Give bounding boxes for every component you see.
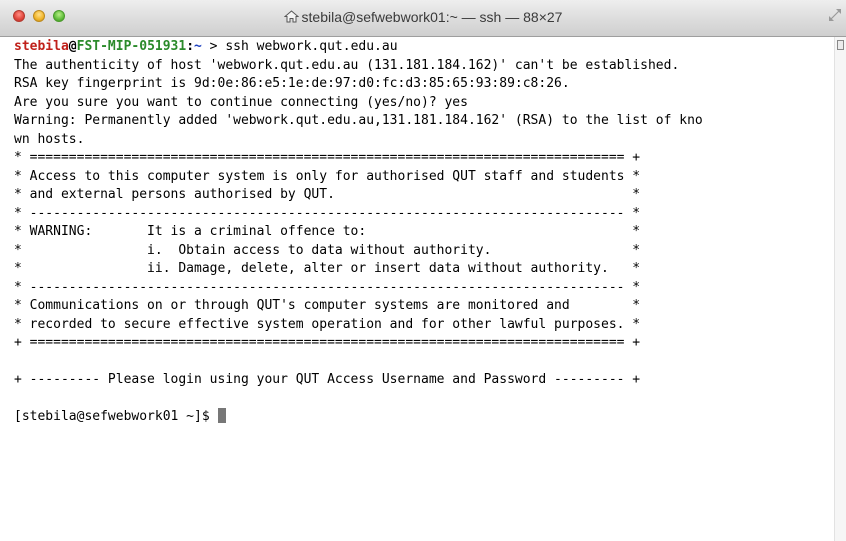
- terminal-line: + --------- Please login using your QUT …: [14, 372, 641, 387]
- prompt-path: ~: [194, 39, 202, 54]
- fullscreen-icon[interactable]: [828, 8, 842, 22]
- terminal-line: * Communications on or through QUT's com…: [14, 298, 641, 313]
- scrollbar-handle[interactable]: [837, 40, 844, 50]
- prompt-host: FST-MIP-051931: [76, 39, 187, 54]
- terminal-line: * i. Obtain access to data without autho…: [14, 242, 641, 258]
- terminal-line: * recorded to secure effective system op…: [14, 316, 641, 332]
- terminal-line: * Access to this computer system is only…: [14, 168, 641, 184]
- terminal-lines: The authenticity of host 'webwork.qut.ed…: [14, 57, 834, 409]
- terminal-line: Warning: Permanently added 'webwork.qut.…: [14, 113, 703, 128]
- shell-prompt: [stebila@sefwebwork01 ~]$: [14, 409, 218, 424]
- prompt-at: @: [68, 39, 77, 54]
- terminal-line: wn hosts.: [14, 131, 85, 147]
- window-title-text: stebila@sefwebwork01:~ — ssh — 88×27: [301, 9, 563, 25]
- terminal-output[interactable]: stebila@FST-MIP-051931:~ > ssh webwork.q…: [14, 38, 834, 538]
- prompt-colon: :: [186, 39, 195, 54]
- terminal-line: * ======================================…: [14, 150, 641, 165]
- terminal-line: + ======================================…: [14, 335, 641, 350]
- terminal-final-prompt: [stebila@sefwebwork01 ~]$: [14, 408, 834, 427]
- terminal-line: The authenticity of host 'webwork.qut.ed…: [14, 57, 680, 73]
- terminal-line: Are you sure you want to continue connec…: [14, 94, 468, 110]
- home-icon: [283, 10, 299, 23]
- terminal-line: * ii. Damage, delete, alter or insert da…: [14, 261, 641, 276]
- window-title: stebila@sefwebwork01:~ — ssh — 88×27: [0, 9, 846, 25]
- terminal-line: * WARNING: It is a criminal offence to: …: [14, 224, 641, 239]
- terminal-line: * and external persons authorised by QUT…: [14, 187, 641, 202]
- vertical-scrollbar[interactable]: [834, 37, 846, 541]
- title-bar[interactable]: stebila@sefwebwork01:~ — ssh — 88×27: [0, 0, 846, 37]
- prompt-command: > ssh webwork.qut.edu.au: [201, 39, 398, 54]
- terminal-line: RSA key fingerprint is 9d:0e:86:e5:1e:de…: [14, 76, 570, 91]
- terminal-line: * --------------------------------------…: [14, 205, 641, 221]
- terminal-window: stebila@sefwebwork01:~ — ssh — 88×27 ste…: [0, 0, 846, 541]
- prompt-user: stebila: [14, 39, 69, 54]
- terminal-line: * --------------------------------------…: [14, 279, 641, 295]
- terminal-first-prompt: stebila@FST-MIP-051931:~ > ssh webwork.q…: [14, 38, 834, 57]
- text-cursor: [217, 408, 226, 423]
